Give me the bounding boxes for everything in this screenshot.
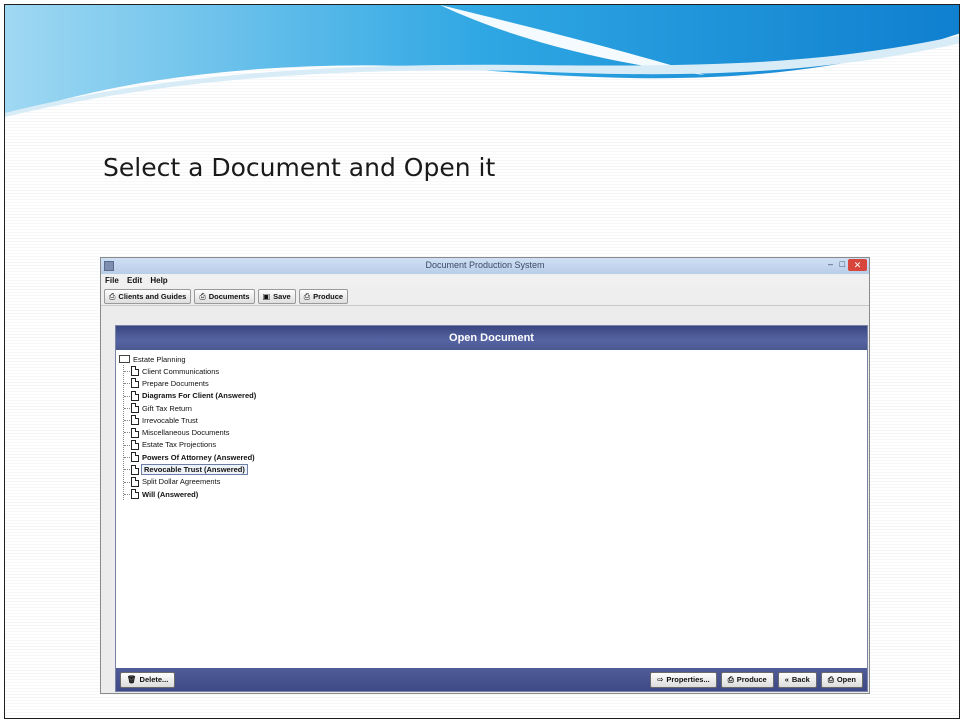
tree-item[interactable]: Irrevocable Trust: [124, 414, 867, 426]
document-icon: [131, 427, 139, 438]
tree-item-label: Will (Answered): [142, 489, 199, 499]
menu-bar: File Edit Help: [101, 274, 869, 287]
tree-item-label: Irrevocable Trust: [142, 415, 198, 425]
back-label: Back: [791, 675, 810, 684]
open-label: Open: [836, 675, 856, 684]
tree-item[interactable]: Prepare Documents: [124, 377, 867, 389]
tree-item-label: Gift Tax Return: [142, 403, 192, 413]
tree-item-label: Revocable Trust (Answered): [141, 464, 248, 476]
app-window: Document Production System – □ ✕ File Ed…: [100, 257, 870, 694]
menu-file[interactable]: File: [105, 276, 119, 285]
document-tree: Estate Planning Client Communications Pre…: [116, 350, 867, 668]
tree-item[interactable]: Split Dollar Agreements: [124, 476, 867, 488]
document-icon: [131, 452, 139, 463]
produce-toolbar-label: Produce: [313, 292, 344, 301]
printer-icon: ⎙: [109, 291, 116, 301]
save-button[interactable]: ▣ Save: [257, 289, 296, 304]
document-icon: [131, 378, 139, 389]
tree-item-label: Prepare Documents: [142, 378, 209, 388]
document-icon: [131, 439, 139, 450]
document-icon: [131, 403, 139, 414]
clients-and-guides-button[interactable]: ⎙ Clients and Guides: [104, 289, 192, 304]
document-icon: [131, 476, 139, 487]
tree-root[interactable]: Estate Planning: [119, 353, 867, 365]
title-bar: Document Production System – □ ✕: [101, 258, 869, 274]
back-button[interactable]: « Back: [777, 671, 817, 688]
printer-icon: ⎙: [199, 291, 206, 301]
document-icon: [131, 489, 139, 500]
close-icon[interactable]: ✕: [848, 259, 867, 271]
tree-item-label: Powers Of Attorney (Answered): [142, 452, 255, 462]
tree-item[interactable]: Revocable Trust (Answered): [124, 463, 867, 476]
produce-toolbar-button[interactable]: ⎙ Produce: [298, 289, 349, 304]
toolbar: ⎙ Clients and Guides ⎙ Documents ▣ Save …: [101, 287, 869, 306]
window-title: Document Production System: [425, 260, 545, 270]
printer-icon: ⎙: [303, 291, 311, 301]
tree-item[interactable]: Powers Of Attorney (Answered): [124, 451, 867, 463]
slide: Select a Document and Open it Document P…: [4, 4, 960, 719]
save-icon: ▣: [262, 292, 271, 301]
printer-icon: ⎙: [827, 674, 834, 684]
maximize-icon[interactable]: □: [840, 259, 845, 269]
tree-root-label: Estate Planning: [133, 354, 186, 364]
tree-item[interactable]: Estate Tax Projections: [124, 439, 867, 451]
menu-edit[interactable]: Edit: [127, 276, 142, 285]
document-icon: [131, 415, 139, 426]
tree-item[interactable]: Miscellaneous Documents: [124, 426, 867, 438]
minimize-icon[interactable]: –: [828, 259, 833, 269]
delete-button[interactable]: 🗑 Delete...: [120, 671, 176, 688]
tree-item-label: Miscellaneous Documents: [142, 428, 230, 438]
properties-label: Properties...: [666, 675, 710, 684]
open-document-panel: Open Document Estate Planning Client Com…: [115, 325, 868, 692]
document-icon: [131, 464, 139, 475]
documents-label: Documents: [208, 292, 250, 301]
printer-icon: ⎙: [727, 674, 734, 684]
slide-title: Select a Document and Open it: [103, 153, 496, 182]
document-icon: [131, 390, 139, 401]
header-swoosh: [5, 5, 959, 117]
produce-label: Produce: [736, 675, 767, 684]
tree-item-label: Client Communications: [142, 366, 220, 376]
menu-help[interactable]: Help: [150, 276, 167, 285]
back-icon: «: [784, 675, 789, 684]
open-button[interactable]: ⎙ Open: [820, 671, 863, 688]
trash-icon: 🗑: [127, 675, 137, 684]
tree-item[interactable]: Gift Tax Return: [124, 402, 867, 414]
bottom-bar: 🗑 Delete... ⇨ Properties... ⎙ Produce « …: [116, 668, 867, 691]
tree-item-label: Estate Tax Projections: [142, 440, 217, 450]
tree-item[interactable]: Client Communications: [124, 365, 867, 377]
tree-item-label: Diagrams For Client (Answered): [142, 391, 257, 401]
tree-item[interactable]: Will (Answered): [124, 488, 867, 500]
properties-icon: ⇨: [657, 675, 664, 684]
tree-item[interactable]: Diagrams For Client (Answered): [124, 390, 867, 402]
delete-label: Delete...: [139, 675, 169, 684]
produce-button[interactable]: ⎙ Produce: [720, 671, 774, 688]
panel-header: Open Document: [116, 326, 867, 350]
document-icon: [131, 366, 139, 377]
properties-button[interactable]: ⇨ Properties...: [650, 671, 717, 688]
tree-items: Client Communications Prepare Documents Di…: [123, 365, 867, 501]
documents-button[interactable]: ⎙ Documents: [194, 289, 255, 304]
tree-item-label: Split Dollar Agreements: [142, 477, 221, 487]
save-label: Save: [273, 292, 291, 301]
folder-icon: [119, 355, 130, 363]
clients-and-guides-label: Clients and Guides: [118, 292, 187, 301]
